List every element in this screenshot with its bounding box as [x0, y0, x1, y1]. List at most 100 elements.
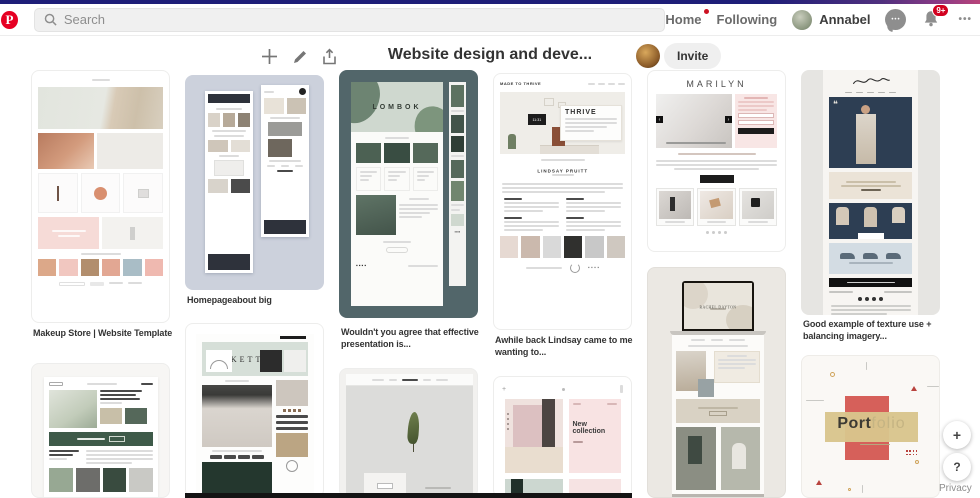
red-triangle — [911, 386, 917, 391]
thrive-clock: 11:31 — [528, 114, 546, 125]
edit-board-icon[interactable] — [292, 49, 308, 65]
lombok-mobile-mockup: ▪▪▪▪ — [449, 82, 466, 286]
script-logo — [852, 77, 890, 85]
product-card — [38, 173, 78, 213]
pin-lombok[interactable]: LOMBOK ▪▪▪▪ ▪▪▪▪ — [339, 70, 478, 318]
search-icon — [44, 13, 57, 26]
pin-marilyn[interactable]: MARILYN ‹ › — [647, 70, 786, 252]
lombok-mockup: LOMBOK ▪▪▪▪ — [351, 82, 443, 306]
kettle-mockup: KETTLE — [196, 334, 314, 497]
pin-caption[interactable]: Wouldn't you agree that effective presen… — [341, 326, 493, 350]
gold-dot — [848, 488, 851, 491]
lombok-site-title: LOMBOK — [372, 103, 422, 111]
marilyn-signup-panel — [735, 94, 777, 148]
texture-figure-tiles — [829, 203, 912, 240]
room-render — [504, 399, 563, 473]
more-options-icon[interactable]: ••• — [958, 14, 972, 25]
add-pin-icon[interactable] — [260, 47, 279, 66]
pin-portfolio[interactable]: Port folio — [801, 355, 940, 498]
rachel-site-title: RACHEL DAYTON — [699, 304, 737, 310]
plant-graphic — [508, 134, 516, 149]
hero-collage-photo — [49, 390, 97, 428]
board-title: Website design and deve... — [387, 46, 593, 63]
homepage-mockup-right — [261, 85, 309, 237]
invite-button[interactable]: Invite — [664, 43, 722, 69]
thrive-hero-title: THRIVE — [565, 109, 597, 116]
search-bar[interactable] — [33, 7, 666, 32]
notifications-bell[interactable]: 9+ — [921, 3, 950, 31]
kettle-header: KETTLE — [202, 342, 308, 376]
pin-caption[interactable]: Awhile back Lindsay came to me wanting t… — [495, 334, 647, 358]
help-fab[interactable]: ? — [943, 453, 971, 481]
pinterest-logo-icon[interactable]: P — [1, 10, 18, 29]
thrive-feature-grid — [500, 198, 625, 231]
rachel-site-body — [672, 335, 764, 497]
board-toolbar — [260, 47, 338, 66]
board-owner-avatar[interactable] — [636, 44, 660, 68]
home-new-dot — [703, 9, 709, 14]
signup-button — [738, 128, 774, 134]
pin-thrive[interactable]: MADE TO THRIVE 11:31 THRIVE LINDSAY PRUI… — [493, 73, 632, 330]
share-board-icon[interactable] — [321, 47, 338, 66]
red-triangle — [816, 480, 822, 485]
pin-new-collection[interactable]: + New collection — [493, 376, 632, 498]
thrive-person-name: LINDSAY PRUITT — [537, 168, 588, 174]
pin-green-site[interactable] — [31, 363, 170, 498]
kettle-sidebar — [276, 380, 308, 496]
username-label[interactable]: Annabel — [819, 12, 870, 27]
search-input[interactable] — [63, 12, 644, 27]
makeup-hero-photo — [38, 87, 163, 129]
pin-rachel-laptop[interactable]: RACHEL DAYTON — [647, 267, 786, 498]
gold-dot — [830, 372, 835, 377]
shoes-section — [829, 242, 912, 275]
product-card — [123, 173, 164, 213]
makeup-photo-product — [97, 133, 163, 169]
pin-leaf-site[interactable] — [339, 368, 478, 498]
carousel-next-icon: › — [725, 116, 732, 123]
messages-icon[interactable]: ••• — [885, 9, 907, 30]
photo-grid-row — [49, 468, 153, 492]
pin-homepageabout[interactable] — [185, 75, 324, 290]
kettle-dark-photo — [202, 462, 272, 496]
privacy-link[interactable]: Privacy — [939, 483, 972, 494]
notification-badge: 9+ — [932, 3, 950, 17]
kettle-feature-photo — [202, 385, 272, 447]
bottom-dark-strip — [185, 493, 632, 498]
pink-promo-card — [38, 217, 99, 249]
marilyn-cta-button — [699, 175, 734, 183]
carousel-prev-icon: ‹ — [656, 116, 663, 123]
marilyn-hero-photo: ‹ › — [656, 94, 732, 148]
quote-mark: ❝ — [833, 99, 838, 110]
makeup-photo-model — [38, 133, 94, 169]
user-avatar[interactable] — [792, 9, 813, 30]
pin-caption[interactable]: Good example of texture use + balancing … — [803, 318, 955, 342]
texture-hero-photo: ❝ — [829, 97, 912, 168]
pin-kettle[interactable]: KETTLE — [185, 323, 324, 498]
thrive-hero-card: THRIVE — [560, 105, 622, 141]
rachel-photo-row — [676, 427, 760, 490]
leaf-site-mockup — [346, 374, 473, 497]
create-pin-fab[interactable]: + — [943, 421, 971, 449]
green-site-mockup — [44, 377, 158, 497]
thrive-hero: 11:31 THRIVE — [500, 92, 625, 154]
pin-texture-example[interactable]: ❝ — [801, 70, 940, 315]
thrive-thumbnail-row — [500, 236, 625, 258]
loader-arc — [569, 263, 580, 273]
thrive-brand: MADE TO THRIVE — [500, 81, 542, 86]
pin-caption[interactable]: Makeup Store | Website Template — [33, 327, 185, 339]
homepage-mockup-left — [205, 91, 253, 273]
header-right-nav: Home Following Annabel ••• 9+ ••• — [665, 3, 980, 31]
texture-cta-button — [857, 233, 884, 240]
nav-following[interactable]: Following — [717, 12, 778, 27]
app-header: P Home Following Annabel ••• 9+ ••• — [0, 3, 980, 36]
portfolio-title-light: folio — [871, 415, 906, 432]
lombok-interior-photo — [356, 195, 396, 235]
pin-caption[interactable]: Homepageabout big — [187, 294, 339, 306]
new-collection-label: New collection — [572, 421, 606, 435]
bottle-card — [102, 217, 163, 249]
swatch-row — [38, 259, 163, 276]
product-card — [80, 173, 121, 213]
pin-makeup-store[interactable] — [31, 70, 170, 323]
lombok-header: LOMBOK — [351, 82, 443, 132]
nav-home[interactable]: Home — [665, 9, 709, 27]
